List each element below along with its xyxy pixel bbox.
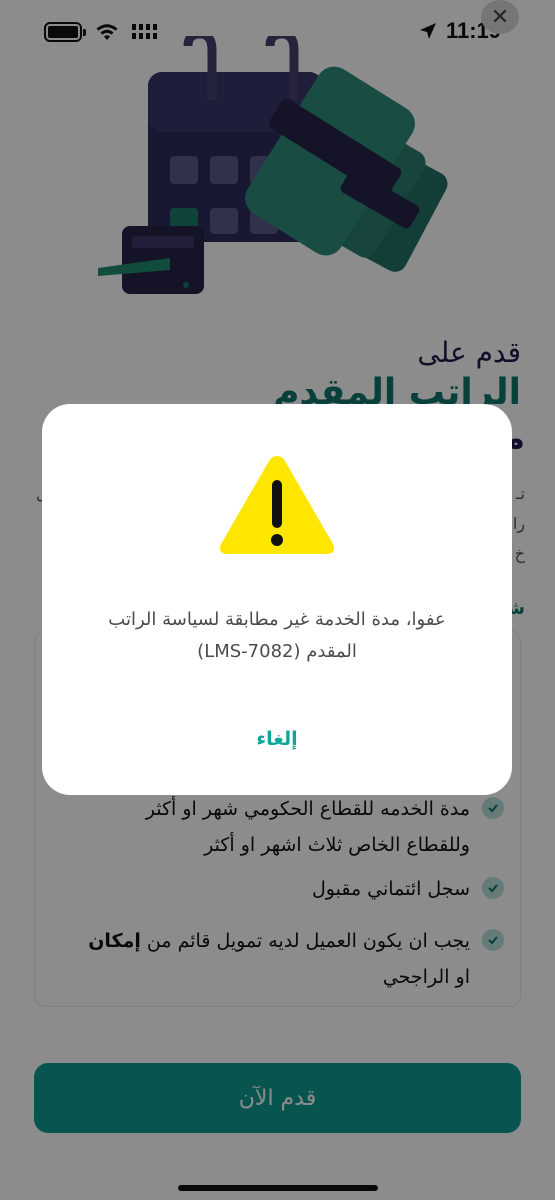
alert-message-line2: المقدم (LMS-7082) [197,641,357,662]
alert-message-line1: عفوا، مدة الخدمة غير مطابقة لسياسة الرات… [108,609,446,630]
warning-icon [219,456,335,554]
alert-message: عفوا، مدة الخدمة غير مطابقة لسياسة الرات… [72,604,482,668]
cancel-button[interactable]: إلغاء [42,728,512,750]
error-alert-dialog: عفوا، مدة الخدمة غير مطابقة لسياسة الرات… [42,404,512,795]
